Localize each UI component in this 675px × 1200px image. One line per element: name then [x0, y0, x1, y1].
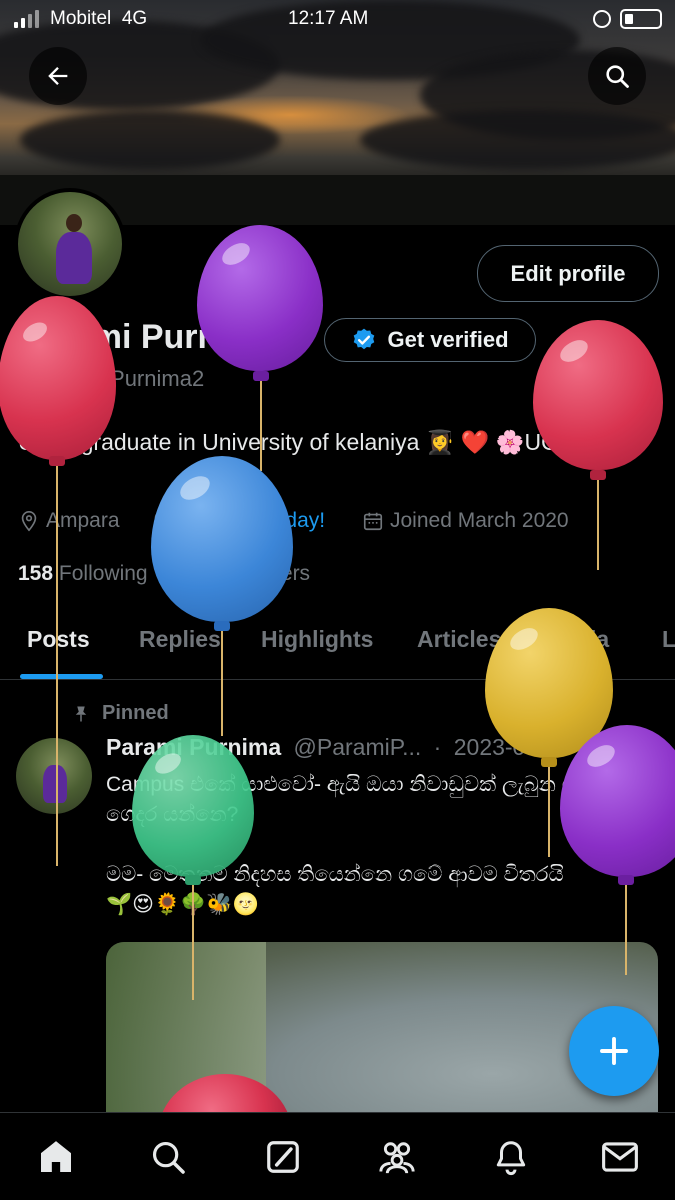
followers-count: 2.3K	[170, 562, 215, 585]
followers-link[interactable]: 2.3K Followers	[170, 562, 310, 586]
location-text: Ampara	[46, 509, 120, 532]
clock: 12:17 AM	[288, 8, 369, 29]
joined-meta: Joined March 2020	[362, 509, 569, 533]
calendar-icon	[363, 512, 383, 531]
tab-articles[interactable]: Articles	[417, 626, 501, 653]
pinned-text: Pinned	[102, 702, 169, 724]
post-avatar[interactable]	[16, 738, 92, 814]
post-header: Parami Purnima @ParamiP... · 2023-05-27	[106, 734, 571, 761]
pin-icon	[75, 706, 87, 721]
grok-icon	[267, 1141, 299, 1173]
nav-notifications[interactable]	[489, 1135, 533, 1179]
tab-replies[interactable]: Replies	[139, 626, 221, 653]
nav-grok[interactable]	[261, 1135, 305, 1179]
tab-media[interactable]: Media	[544, 626, 609, 653]
following-label: Following	[58, 562, 148, 585]
profile-bio: Undergraduate in University of kelaniya …	[18, 429, 610, 455]
get-verified-button[interactable]: Get verified	[324, 318, 536, 362]
communities-icon	[379, 1142, 415, 1174]
profile-avatar[interactable]	[14, 188, 126, 300]
pinned-label: Pinned	[72, 702, 169, 725]
post-more-button[interactable]: ···	[628, 734, 652, 762]
following-link[interactable]: 158 Following	[18, 562, 148, 586]
bottom-navigation	[0, 1112, 675, 1200]
carrier-label: Mobitel 4G	[50, 8, 148, 29]
post-author[interactable]: Parami Purnima	[106, 734, 281, 760]
birthday-text: Happy birthday!	[178, 509, 326, 532]
arrow-left-icon	[48, 67, 68, 85]
post-separator: ·	[433, 734, 442, 760]
get-verified-label: Get verified	[387, 327, 509, 352]
nav-home[interactable]	[34, 1135, 78, 1179]
profile-handle: @ParamiPurnima2	[18, 366, 205, 391]
balloon-icon	[154, 511, 168, 531]
location-meta: Ampara	[18, 509, 120, 533]
verified-badge-icon	[354, 328, 375, 350]
post-handle: @ParamiP...	[293, 734, 422, 760]
search-icon	[606, 65, 629, 88]
messages-icon	[602, 1142, 638, 1172]
post-date: 2023-05-27	[453, 734, 572, 760]
profile-tabs: Posts Replies Highlights Articles Media …	[0, 608, 675, 680]
status-bar: Mobitel 4G 12:17 AM	[0, 0, 675, 40]
back-button[interactable]	[29, 47, 87, 105]
home-icon	[41, 1141, 71, 1172]
plus-icon	[600, 1037, 628, 1065]
battery-icon	[620, 9, 662, 29]
profile-name: Parami Purnima	[18, 318, 277, 356]
compose-post-button[interactable]	[569, 1006, 659, 1096]
birthday-meta[interactable]: Happy birthday!	[150, 509, 325, 533]
search-button[interactable]	[588, 47, 646, 105]
post-text: Campus එකේ යාළුවෝ- ඇයි ඔයා නිවාඩුවක් ලැබ…	[106, 773, 609, 916]
tab-posts[interactable]: Posts	[27, 626, 90, 653]
joined-text: Joined March 2020	[390, 509, 569, 532]
nav-messages[interactable]	[598, 1135, 642, 1179]
active-tab-indicator	[20, 674, 103, 679]
nav-communities[interactable]	[375, 1135, 419, 1179]
signal-icon	[14, 10, 39, 28]
rotation-lock-icon	[593, 10, 611, 28]
notifications-icon	[496, 1141, 526, 1176]
location-pin-icon	[21, 511, 37, 532]
following-count: 158	[18, 562, 54, 585]
tab-highlights[interactable]: Highlights	[261, 626, 373, 653]
tab-likes[interactable]: L	[662, 626, 675, 653]
followers-label: Followers	[220, 562, 311, 585]
search-icon	[152, 1141, 185, 1174]
nav-search[interactable]	[146, 1135, 190, 1179]
edit-profile-button[interactable]: Edit profile	[477, 245, 659, 302]
